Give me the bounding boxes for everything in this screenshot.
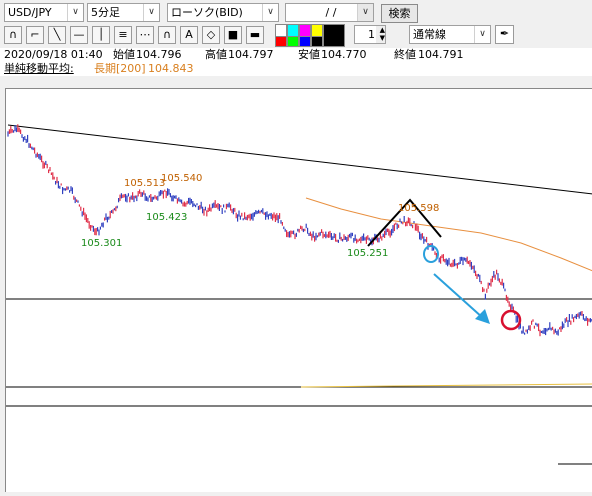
price-label-105301: 105.301 [81, 238, 122, 249]
candles-group [7, 124, 592, 337]
price-label-105513: 105.513 [124, 178, 165, 189]
low-label: 安値 [298, 48, 320, 61]
symbol-value: USD/JPY [8, 6, 52, 19]
price-label-105540: 105.540 [161, 173, 202, 184]
magnet-tool-icon[interactable]: ∩ [4, 26, 22, 44]
blue-arrow-line[interactable] [433, 273, 484, 319]
close-value: 104.791 [418, 48, 464, 61]
date-value: / / [325, 6, 337, 19]
toolbar: USD/JPY ∨ 5分足 ∨ ローソク(BID) ∨ / / ∨ 検索 ∩ ⌐… [0, 0, 592, 48]
ma-long-label: 長期[200] [94, 62, 146, 75]
draw-tool-icon[interactable]: ⌐ [26, 26, 44, 44]
timeframe-value: 5分足 [91, 6, 120, 19]
open-value: 104.796 [136, 48, 182, 61]
pen-icon[interactable]: ✒ [495, 25, 514, 44]
low-value: 104.770 [321, 48, 367, 61]
text-tool-icon[interactable]: A [180, 26, 198, 44]
timeframe-select[interactable]: 5分足 ∨ [87, 3, 160, 22]
symbol-select[interactable]: USD/JPY ∨ [4, 3, 84, 22]
calendar-dropdown-icon: ∨ [357, 4, 373, 21]
close-label: 終値 [394, 48, 416, 61]
chevron-down-icon: ∨ [67, 4, 83, 21]
trendline[interactable] [7, 124, 592, 195]
vertical-line-tool-icon[interactable]: │ [92, 26, 110, 44]
date-input[interactable]: / / ∨ [285, 3, 374, 22]
ohlc-datetime: 2020/09/18 01:40 [4, 48, 103, 61]
eraser-tool-icon[interactable]: ◇ [202, 26, 220, 44]
color-black-swatch[interactable] [311, 36, 323, 47]
line-type-value: 通常線 [413, 28, 446, 41]
ohlc-info-bar: 2020/09/18 01:40 始値 104.796 高値 104.797 安… [0, 48, 592, 62]
delete-icon[interactable]: ■ [224, 26, 242, 44]
price-chart[interactable]: 105.513 105.540 105.423 105.301 105.251 … [5, 88, 592, 492]
chart-type-select[interactable]: ローソク(BID) ∨ [167, 3, 279, 22]
open-label: 始値 [113, 48, 135, 61]
color-green-swatch[interactable] [287, 36, 299, 47]
ma-long-value: 104.843 [148, 62, 194, 75]
chevron-down-icon: ∨ [474, 26, 490, 43]
selected-color-swatch[interactable] [323, 24, 345, 47]
color-blue-swatch[interactable] [299, 36, 311, 47]
chart-top-margin [0, 76, 592, 88]
count-value: 1 [368, 28, 375, 41]
price-label-105423: 105.423 [146, 212, 187, 223]
high-value: 104.797 [228, 48, 274, 61]
line-type-select[interactable]: 通常線 ∨ [409, 25, 491, 44]
count-stepper[interactable]: 1 ▲ ▼ [354, 25, 386, 44]
high-label: 高値 [205, 48, 227, 61]
stepper-arrows-icon[interactable]: ▲ ▼ [376, 26, 385, 43]
chart-canvas: 105.513 105.540 105.423 105.301 105.251 … [6, 124, 592, 465]
color-red-swatch[interactable] [275, 36, 287, 47]
chart-type-value: ローソク(BID) [171, 6, 243, 19]
price-label-105251: 105.251 [347, 248, 388, 259]
blue-arrowhead-icon [475, 309, 490, 324]
moving-average-bar: 単純移動平均: 長期[200] 104.843 [0, 62, 592, 76]
ma-label: 単純移動平均: [4, 62, 74, 75]
chevron-down-icon: ∨ [262, 4, 278, 21]
cycle-tool-icon[interactable]: ∩ [158, 26, 176, 44]
fibonacci-tool-icon[interactable]: ⋯ [136, 26, 154, 44]
line-style-icon[interactable]: ▬ [246, 26, 264, 44]
horizontal-line-tool-icon[interactable]: — [70, 26, 88, 44]
search-button[interactable]: 検索 [381, 4, 418, 23]
trendline-tool-icon[interactable]: ╲ [48, 26, 66, 44]
search-button-label: 検索 [388, 7, 411, 20]
chevron-down-icon: ∨ [143, 4, 159, 21]
channel-tool-icon[interactable]: ≡ [114, 26, 132, 44]
price-label-105598: 105.598 [398, 203, 439, 214]
